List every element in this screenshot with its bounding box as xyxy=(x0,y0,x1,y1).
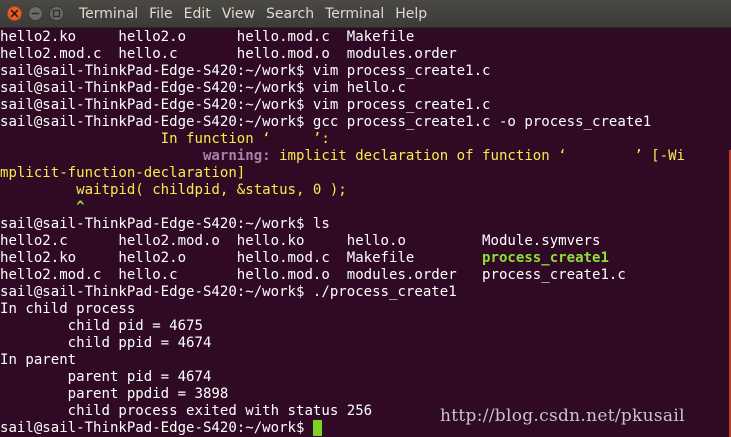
terminal-text: sail@sail-ThinkPad-Edge-S420:~/work$ ./p… xyxy=(0,284,457,300)
menu-terminal[interactable]: Terminal xyxy=(325,0,384,28)
terminal-text: hello2.mod.c hello.c hello.mod.o modules… xyxy=(0,267,626,283)
terminal-line: sail@sail-ThinkPad-Edge-S420:~/work$ vim… xyxy=(0,80,731,97)
terminal-line: child pid = 4675 xyxy=(0,318,731,335)
terminal-text: sail@sail-ThinkPad-Edge-S420:~/work$ vim… xyxy=(0,80,406,96)
terminal-line: hello2.ko hello2.o hello.mod.c Makefile xyxy=(0,29,731,46)
menu-search[interactable]: Search xyxy=(266,0,314,28)
menu-edit[interactable]: Edit xyxy=(184,0,211,28)
terminal-line: child ppid = 4674 xyxy=(0,335,731,352)
maximize-button[interactable] xyxy=(49,6,64,21)
terminal-text: implicit declaration of function ‘ ’ [-W… xyxy=(270,148,686,164)
terminal-text: hello2.mod.c hello.c hello.mod.o modules… xyxy=(0,46,457,62)
terminal-text: sail@sail-ThinkPad-Edge-S420:~/work$ vim… xyxy=(0,63,491,79)
window-title-terminal[interactable]: Terminal xyxy=(79,0,138,28)
terminal-line: hello2.mod.c hello.c hello.mod.o modules… xyxy=(0,267,731,284)
terminal-line: warning: implicit declaration of functio… xyxy=(0,148,731,165)
terminal-line: mplicit-function-declaration] xyxy=(0,165,731,182)
close-button[interactable] xyxy=(7,6,22,21)
close-icon xyxy=(10,9,19,18)
terminal-text: sail@sail-ThinkPad-Edge-S420:~/work$ ls xyxy=(0,216,330,232)
minimize-icon xyxy=(31,12,40,15)
terminal-text: In function ‘ ’: xyxy=(0,131,330,147)
terminal-line: In function ‘ ’: xyxy=(0,131,731,148)
terminal-cursor xyxy=(312,420,322,436)
minimize-button[interactable] xyxy=(28,6,43,21)
terminal-output[interactable]: hello2.ko hello2.o hello.mod.c Makefile h… xyxy=(0,29,731,437)
terminal-text: hello2.ko hello2.o hello.mod.c Makefile xyxy=(0,29,415,45)
terminal-line: parent pid = 4674 xyxy=(0,369,731,386)
terminal-text: parent ppdid = 3898 xyxy=(0,386,229,402)
terminal-text: sail@sail-ThinkPad-Edge-S420:~/work$ xyxy=(0,420,313,436)
terminal-line: In child process xyxy=(0,301,731,318)
terminal-line: sail@sail-ThinkPad-Edge-S420:~/work$ vim… xyxy=(0,63,731,80)
menu-help[interactable]: Help xyxy=(395,0,427,28)
terminal-text: mplicit-function-declaration] xyxy=(0,165,246,181)
terminal-line: hello2.c hello2.mod.o hello.ko hello.o M… xyxy=(0,233,731,250)
terminal-line: hello2.ko hello2.o hello.mod.c Makefile … xyxy=(0,250,731,267)
terminal-line: sail@sail-ThinkPad-Edge-S420:~/work$ ./p… xyxy=(0,284,731,301)
terminal-line: hello2.mod.c hello.c hello.mod.o modules… xyxy=(0,46,731,63)
menu-view[interactable]: View xyxy=(222,0,255,28)
maximize-icon xyxy=(52,9,61,18)
terminal-line: ^ xyxy=(0,199,731,216)
terminal-text: process_create1 xyxy=(482,250,609,266)
terminal-text: child ppid = 4674 xyxy=(0,335,212,351)
terminal-text: In parent xyxy=(0,352,77,368)
terminal-line: waitpid( childpid, &status, 0 ); xyxy=(0,182,731,199)
terminal-text: hello2.ko hello2.o hello.mod.c Makefile xyxy=(0,250,483,266)
terminal-line: sail@sail-ThinkPad-Edge-S420:~/work$ gcc… xyxy=(0,114,731,131)
terminal-text: child process exited with status 256 xyxy=(0,403,373,419)
terminal-text: child pid = 4675 xyxy=(0,318,203,334)
terminal-text: sail@sail-ThinkPad-Edge-S420:~/work$ gcc… xyxy=(0,114,652,130)
terminal-text: In child process xyxy=(0,301,136,317)
menu-file[interactable]: File xyxy=(149,0,172,28)
menu-bar: Terminal File Edit View Search Terminal … xyxy=(79,0,438,28)
terminal-line: In parent xyxy=(0,352,731,369)
watermark-text: http://blog.csdn.net/pkusail xyxy=(440,406,685,426)
terminal-line: sail@sail-ThinkPad-Edge-S420:~/work$ vim… xyxy=(0,97,731,114)
terminal-line: sail@sail-ThinkPad-Edge-S420:~/work$ ls xyxy=(0,216,731,233)
terminal-line: parent ppdid = 3898 xyxy=(0,386,731,403)
title-bar[interactable]: Terminal File Edit View Search Terminal … xyxy=(0,0,731,28)
terminal-window: Terminal File Edit View Search Terminal … xyxy=(0,0,731,437)
terminal-text: ^ xyxy=(0,199,85,215)
terminal-text: sail@sail-ThinkPad-Edge-S420:~/work$ vim… xyxy=(0,97,491,113)
terminal-text: hello2.c hello2.mod.o hello.ko hello.o M… xyxy=(0,233,601,249)
terminal-text: parent pid = 4674 xyxy=(0,369,212,385)
terminal-text: waitpid( childpid, &status, 0 ); xyxy=(0,182,347,198)
terminal-text: warning: xyxy=(202,148,271,164)
